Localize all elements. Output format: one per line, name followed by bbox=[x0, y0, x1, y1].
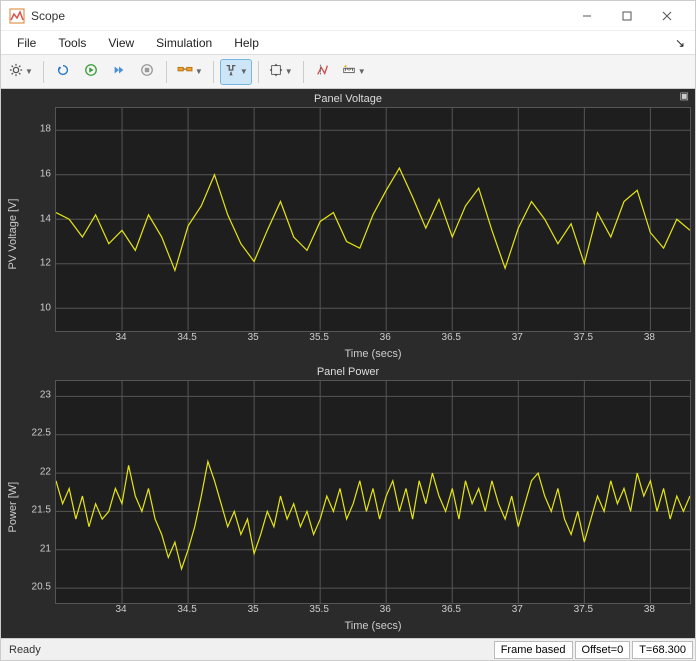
app-icon bbox=[9, 8, 25, 24]
measurements-button[interactable]: ▼ bbox=[338, 59, 370, 85]
separator bbox=[213, 61, 214, 83]
stop-icon bbox=[140, 63, 154, 80]
status-offset: Offset=0 bbox=[575, 641, 631, 659]
window-title: Scope bbox=[31, 9, 65, 23]
menubar: File Tools View Simulation Help ↘ bbox=[1, 31, 695, 55]
cursor-icon bbox=[316, 63, 330, 80]
menu-more-icon[interactable]: ↘ bbox=[671, 33, 689, 53]
separator bbox=[303, 61, 304, 83]
caret-down-icon: ▼ bbox=[25, 67, 33, 76]
separator bbox=[166, 61, 167, 83]
chart-canvas[interactable] bbox=[55, 107, 691, 332]
measure-icon bbox=[342, 63, 356, 80]
status-ready: Ready bbox=[1, 644, 49, 656]
y-axis-label: Power [W] bbox=[5, 380, 21, 635]
menu-file[interactable]: File bbox=[7, 33, 46, 53]
step-icon bbox=[112, 63, 126, 80]
status-time: T=68.300 bbox=[632, 641, 693, 659]
menu-tools[interactable]: Tools bbox=[48, 33, 96, 53]
titlebar: Scope bbox=[1, 1, 695, 31]
caret-down-icon: ▼ bbox=[240, 67, 248, 76]
menu-simulation[interactable]: Simulation bbox=[146, 33, 222, 53]
caret-down-icon: ▼ bbox=[195, 67, 203, 76]
x-axis-label: Time (secs) bbox=[55, 620, 691, 634]
plot-panel-power: Panel Power Power [W] 20.52121.52222.523… bbox=[5, 364, 691, 635]
restart-icon bbox=[56, 63, 70, 80]
close-button[interactable] bbox=[647, 2, 687, 30]
y-ticks: 1012141618 bbox=[21, 107, 55, 330]
run-icon bbox=[84, 63, 98, 80]
toolbar: ▼ ▼ ▼ ▼ ▼ bbox=[1, 55, 695, 89]
x-ticks: 3434.53535.53636.53737.538 bbox=[55, 604, 691, 620]
zoom-icon bbox=[269, 63, 283, 80]
trigger-button[interactable]: ▼ bbox=[220, 59, 252, 85]
x-ticks: 3434.53535.53636.53737.538 bbox=[55, 332, 691, 348]
trigger-icon bbox=[224, 63, 238, 80]
step-forward-button[interactable] bbox=[106, 59, 132, 85]
minimize-button[interactable] bbox=[567, 2, 607, 30]
highlight-icon bbox=[177, 63, 193, 80]
plot-panel-voltage: Panel Voltage PV Voltage [V] 1012141618 … bbox=[5, 91, 691, 362]
statusbar: Ready Frame based Offset=0 T=68.300 bbox=[1, 638, 695, 660]
maximize-button[interactable] bbox=[607, 2, 647, 30]
plot-area: ▣ Panel Voltage PV Voltage [V] 101214161… bbox=[1, 89, 695, 638]
menu-help[interactable]: Help bbox=[224, 33, 269, 53]
highlight-signal-button[interactable]: ▼ bbox=[173, 59, 207, 85]
menu-view[interactable]: View bbox=[98, 33, 144, 53]
separator bbox=[258, 61, 259, 83]
y-ticks: 20.52121.52222.523 bbox=[21, 380, 55, 603]
separator bbox=[43, 61, 44, 83]
settings-button[interactable]: ▼ bbox=[5, 59, 37, 85]
frame-indicator-icon: ▣ bbox=[680, 91, 689, 102]
plot-title: Panel Power bbox=[5, 364, 691, 380]
caret-down-icon: ▼ bbox=[358, 67, 366, 76]
chart-canvas[interactable] bbox=[55, 380, 691, 605]
cursor-measure-button[interactable] bbox=[310, 59, 336, 85]
status-frame-mode: Frame based bbox=[494, 641, 573, 659]
y-axis-label: PV Voltage [V] bbox=[5, 107, 21, 362]
restart-button[interactable] bbox=[50, 59, 76, 85]
gear-icon bbox=[9, 63, 23, 80]
x-axis-label: Time (secs) bbox=[55, 348, 691, 362]
stop-button[interactable] bbox=[134, 59, 160, 85]
zoom-button[interactable]: ▼ bbox=[265, 59, 297, 85]
run-button[interactable] bbox=[78, 59, 104, 85]
plot-title: Panel Voltage bbox=[5, 91, 691, 107]
caret-down-icon: ▼ bbox=[285, 67, 293, 76]
